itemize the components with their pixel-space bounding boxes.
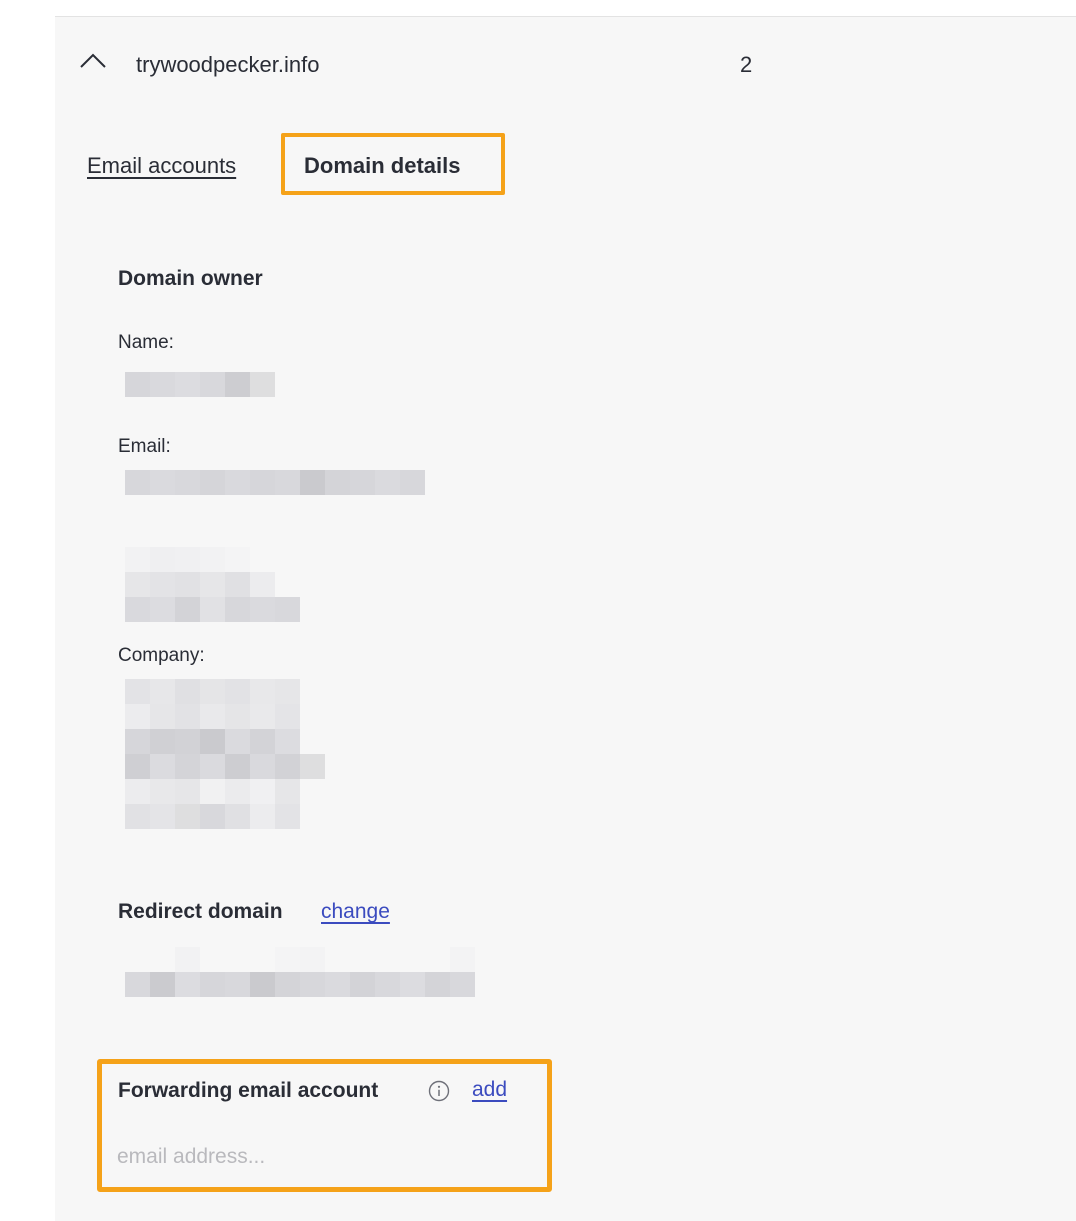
add-forwarding-link[interactable]: add <box>472 1078 507 1102</box>
redacted-redirect-domain <box>125 947 475 997</box>
redacted-company-value <box>125 679 325 829</box>
redirect-domain-heading: Redirect domain <box>118 900 283 923</box>
domain-name: trywoodpecker.info <box>136 52 320 77</box>
email-account-count: 2 <box>740 52 753 77</box>
domain-owner-heading: Domain owner <box>118 267 263 290</box>
change-redirect-link[interactable]: change <box>321 900 390 924</box>
chevron-up-icon[interactable] <box>79 51 107 71</box>
redacted-owner-address <box>125 547 300 622</box>
redacted-email-value <box>125 470 425 495</box>
forwarding-email-heading: Forwarding email account <box>118 1079 379 1102</box>
info-icon[interactable] <box>428 1080 450 1102</box>
forwarding-email-input[interactable] <box>117 1141 537 1173</box>
owner-email-label: Email: <box>118 436 171 457</box>
owner-name-label: Name: <box>118 332 174 353</box>
tab-email-accounts[interactable]: Email accounts <box>87 153 236 179</box>
domain-panel: trywoodpecker.info 2 Email accounts Doma… <box>55 16 1076 1221</box>
redacted-name-value <box>125 372 275 397</box>
owner-company-label: Company: <box>118 645 205 666</box>
domain-row-header[interactable]: trywoodpecker.info 2 <box>55 17 1076 112</box>
tab-domain-details[interactable]: Domain details <box>304 153 460 179</box>
